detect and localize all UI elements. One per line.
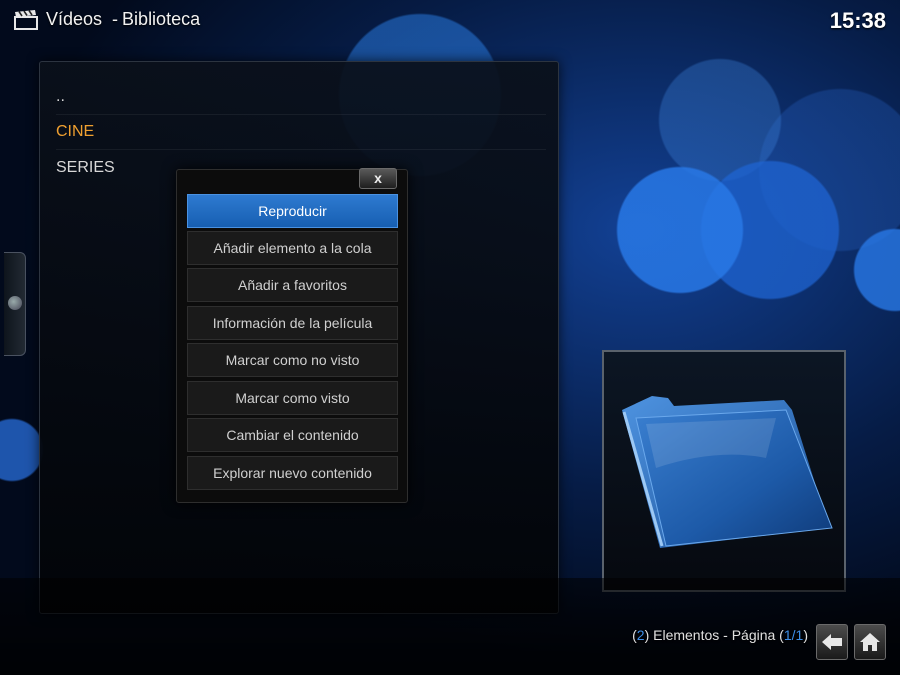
list-item-parent[interactable]: .. [56, 79, 546, 115]
side-menu-knob-icon [8, 296, 22, 310]
top-bar: Vídeos - Biblioteca 15:38 [0, 0, 900, 40]
menu-item-scan-new-content[interactable]: Explorar nuevo contenido [187, 456, 398, 490]
status-count: 2 [636, 627, 645, 643]
preview-thumbnail [602, 350, 846, 592]
menu-item-queue[interactable]: Añadir elemento a la cola [187, 231, 398, 265]
breadcrumb-subsection: Biblioteca [122, 9, 201, 29]
breadcrumb: Vídeos - Biblioteca [46, 9, 200, 30]
list-item-cine[interactable]: CINE [56, 114, 546, 150]
clapperboard-icon [14, 10, 38, 30]
menu-item-mark-watched[interactable]: Marcar como visto [187, 381, 398, 415]
home-button[interactable] [854, 624, 886, 660]
menu-item-mark-unwatched[interactable]: Marcar como no visto [187, 343, 398, 377]
folder-icon [622, 396, 833, 548]
status-close-paren: ) [803, 627, 808, 643]
close-button[interactable]: x [359, 168, 397, 189]
menu-item-play[interactable]: Reproducir [187, 194, 398, 228]
clock: 15:38 [829, 8, 886, 33]
item-count-status: (2) Elementos - Página (1/1) [632, 627, 808, 643]
status-items-text: ) Elementos - Página ( [644, 627, 784, 643]
context-menu-dialog: x Reproducir Añadir elemento a la cola A… [176, 168, 408, 503]
back-button[interactable] [816, 624, 848, 660]
status-page: 1/1 [783, 627, 804, 643]
menu-item-movie-info[interactable]: Información de la película [187, 306, 398, 340]
breadcrumb-section: Vídeos [46, 9, 103, 29]
side-menu-handle[interactable] [4, 252, 26, 356]
home-icon [860, 633, 880, 651]
menu-item-favorites[interactable]: Añadir a favoritos [187, 268, 398, 302]
breadcrumb-separator: - [112, 9, 119, 29]
back-arrow-icon [822, 634, 842, 650]
menu-item-change-content[interactable]: Cambiar el contenido [187, 418, 398, 452]
